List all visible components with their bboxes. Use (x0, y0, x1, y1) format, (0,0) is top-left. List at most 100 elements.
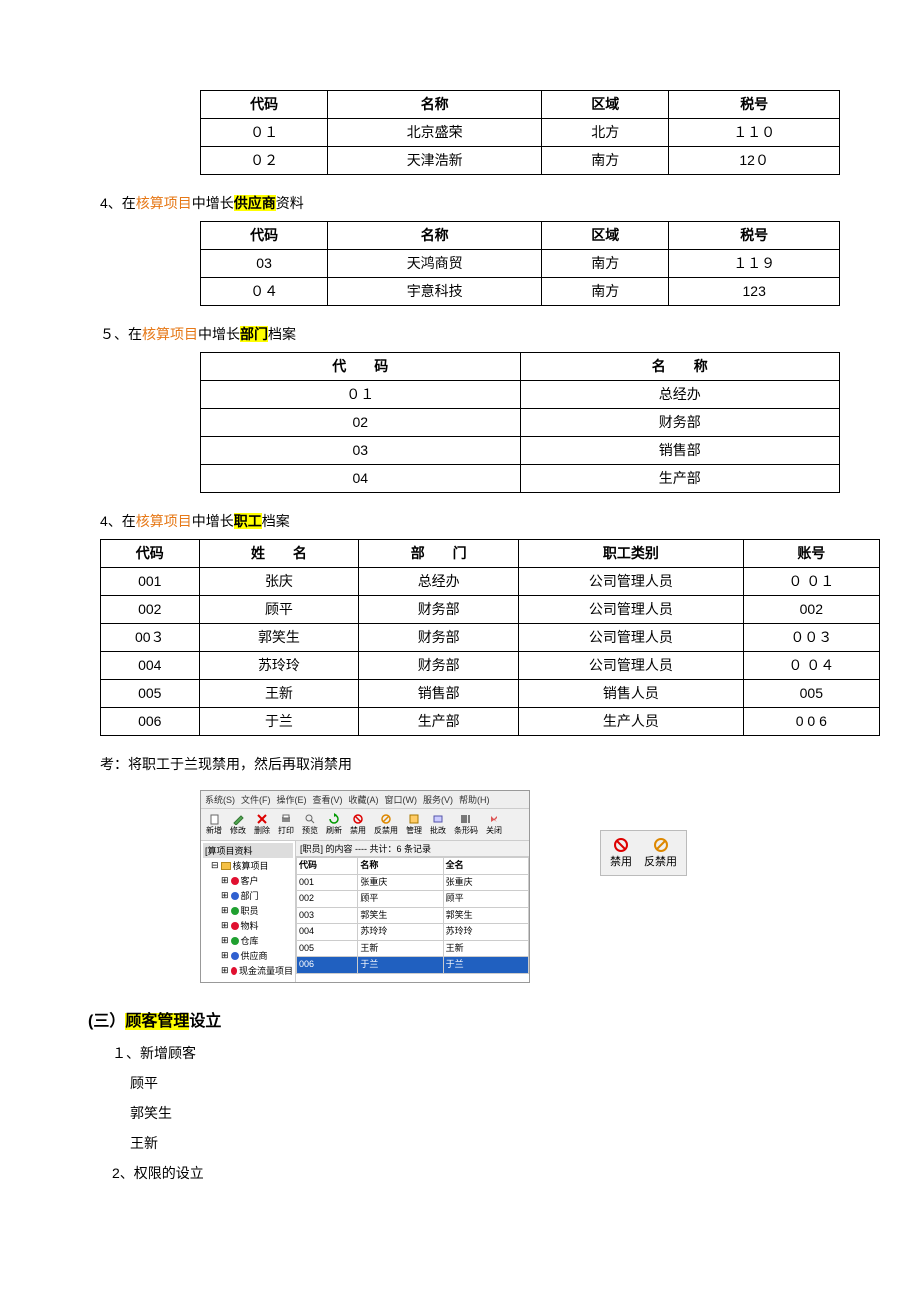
menu-item[interactable]: 查看(V) (313, 793, 343, 806)
refresh-icon (328, 813, 340, 825)
toolbar-label: 新增 (206, 825, 222, 836)
toolbar: 新增修改删除打印预览刷新禁用反禁用管理批改条形码关闭 (201, 809, 529, 841)
barcode-button[interactable]: 条形码 (451, 812, 481, 837)
table-row: ０４宇意科技南方123 (201, 278, 840, 306)
grid-header: [职员] 的内容 ---- 共计：6 条记录 (296, 841, 529, 857)
grid-row[interactable]: 005王新王新 (297, 940, 529, 957)
tree-item[interactable]: ⊞ 部门 (203, 888, 293, 903)
table-cell: 天津浩新 (328, 147, 542, 175)
table-cell: 南方 (542, 250, 669, 278)
tree-label: 物料 (241, 919, 259, 932)
grid-panel: [职员] 的内容 ---- 共计：6 条记录 代码名称全名 001张重庆张重庆0… (296, 841, 529, 982)
grid-row[interactable]: 004苏玲玲苏玲玲 (297, 924, 529, 941)
tree-item[interactable]: ⊞ 供应商 (203, 948, 293, 963)
section-employee-title: 4、在核算项目中增长职工档案 (100, 511, 820, 531)
close-button[interactable]: 关闭 (483, 812, 505, 837)
table-cell: 总经办 (520, 381, 840, 409)
tree-label: 职员 (241, 904, 259, 917)
table-row: 004苏玲玲财务部公司管理人员０ ０４ (101, 652, 880, 680)
tree-dot-icon (231, 937, 239, 945)
tree-item[interactable]: ⊞ 物料 (203, 918, 293, 933)
forbid-icon (613, 837, 629, 853)
toolbar-label: 打印 (278, 825, 294, 836)
table-cell: 总经办 (359, 568, 519, 596)
grid-row[interactable]: 006于兰于兰 (297, 957, 529, 974)
forbid-button[interactable]: 禁用 (605, 835, 637, 871)
tree-item[interactable]: ⊞ 仓库 (203, 933, 293, 948)
menu-item[interactable]: 帮助(H) (459, 793, 490, 806)
table-header: 姓 名 (199, 540, 359, 568)
new-button[interactable]: 新增 (203, 812, 225, 837)
table-cell: 北方 (542, 119, 669, 147)
table-cell: 生产部 (520, 465, 840, 493)
del-icon (256, 813, 268, 825)
menu-item[interactable]: 文件(F) (241, 793, 271, 806)
grid-row[interactable]: 002顾平顾平 (297, 891, 529, 908)
grid-header: 名称 (358, 858, 443, 875)
table-header: 部 门 (359, 540, 519, 568)
unforbid-icon (653, 837, 669, 853)
edit-button[interactable]: 修改 (227, 812, 249, 837)
grid-cell: 顾平 (443, 891, 528, 908)
table-cell: 公司管理人员 (519, 624, 744, 652)
tree-item[interactable]: ⊞ 现金流量项目 (203, 963, 293, 978)
table-cell: 郭笑生 (199, 624, 359, 652)
grid-cell: 王新 (358, 940, 443, 957)
grid-cell: 于兰 (358, 957, 443, 974)
tree-label: 部门 (241, 889, 259, 902)
grid-row[interactable]: 003郭笑生郭笑生 (297, 907, 529, 924)
item-permission: 2、权限的设立 (112, 1163, 820, 1183)
preview-icon (304, 813, 316, 825)
menu-item[interactable]: 收藏(A) (349, 793, 379, 806)
tree-label: 供应商 (241, 949, 268, 962)
tree-dot-icon (231, 907, 239, 915)
tree-item[interactable]: ⊞ 职员 (203, 903, 293, 918)
table-cell: 南方 (542, 147, 669, 175)
menu-item[interactable]: 系统(S) (205, 793, 235, 806)
table-cell: 公司管理人员 (519, 652, 744, 680)
menu-item[interactable]: 操作(E) (277, 793, 307, 806)
unforbid-button[interactable]: 反禁用 (371, 812, 401, 837)
refresh-button[interactable]: 刷新 (323, 812, 345, 837)
table-header: 税号 (669, 91, 840, 119)
employee-grid: 代码名称全名 001张重庆张重庆002顾平顾平003郭笑生郭笑生004苏玲玲苏玲… (296, 857, 529, 974)
table-header: 代码 (101, 540, 200, 568)
table-cell: 销售部 (520, 437, 840, 465)
table-cell: 005 (743, 680, 879, 708)
menu-item[interactable]: 窗口(W) (385, 793, 418, 806)
grid-row[interactable]: 001张重庆张重庆 (297, 874, 529, 891)
grid-cell: 004 (297, 924, 358, 941)
forbid-button[interactable]: 禁用 (347, 812, 369, 837)
tree-root[interactable]: ⊟ 核算项目 (203, 858, 293, 873)
new-icon (208, 813, 220, 825)
table-cell: 002 (743, 596, 879, 624)
tree-dot-icon (231, 877, 239, 885)
tree-dot-icon (231, 952, 239, 960)
batch-button[interactable]: 批改 (427, 812, 449, 837)
customer-name: 郭笑生 (130, 1103, 820, 1123)
customer-name: 王新 (130, 1133, 820, 1153)
grid-cell: 顾平 (358, 891, 443, 908)
table-cell: ０１ (201, 381, 521, 409)
del-button[interactable]: 删除 (251, 812, 273, 837)
preview-button[interactable]: 预览 (299, 812, 321, 837)
grid-header: 代码 (297, 858, 358, 875)
print-button[interactable]: 打印 (275, 812, 297, 837)
manage-button[interactable]: 管理 (403, 812, 425, 837)
unforbid-icon (380, 813, 392, 825)
table-cell: 销售人员 (519, 680, 744, 708)
table-cell: 南方 (542, 278, 669, 306)
table-row: 03天鸿商贸南方１１９ (201, 250, 840, 278)
table-cell: １１９ (669, 250, 840, 278)
tree-item[interactable]: ⊞ 客户 (203, 873, 293, 888)
grid-cell: 003 (297, 907, 358, 924)
table-cell: 张庆 (199, 568, 359, 596)
menu-item[interactable]: 服务(V) (423, 793, 453, 806)
tree-title: [算项目资料 (203, 843, 293, 858)
forbid-icon (352, 813, 364, 825)
table-row: ０２天津浩新南方12０ (201, 147, 840, 175)
table-cell: 顾平 (199, 596, 359, 624)
table-row: 001张庆总经办公司管理人员０ ０１ (101, 568, 880, 596)
folder-icon (221, 862, 231, 870)
unforbid-button[interactable]: 反禁用 (639, 835, 682, 871)
